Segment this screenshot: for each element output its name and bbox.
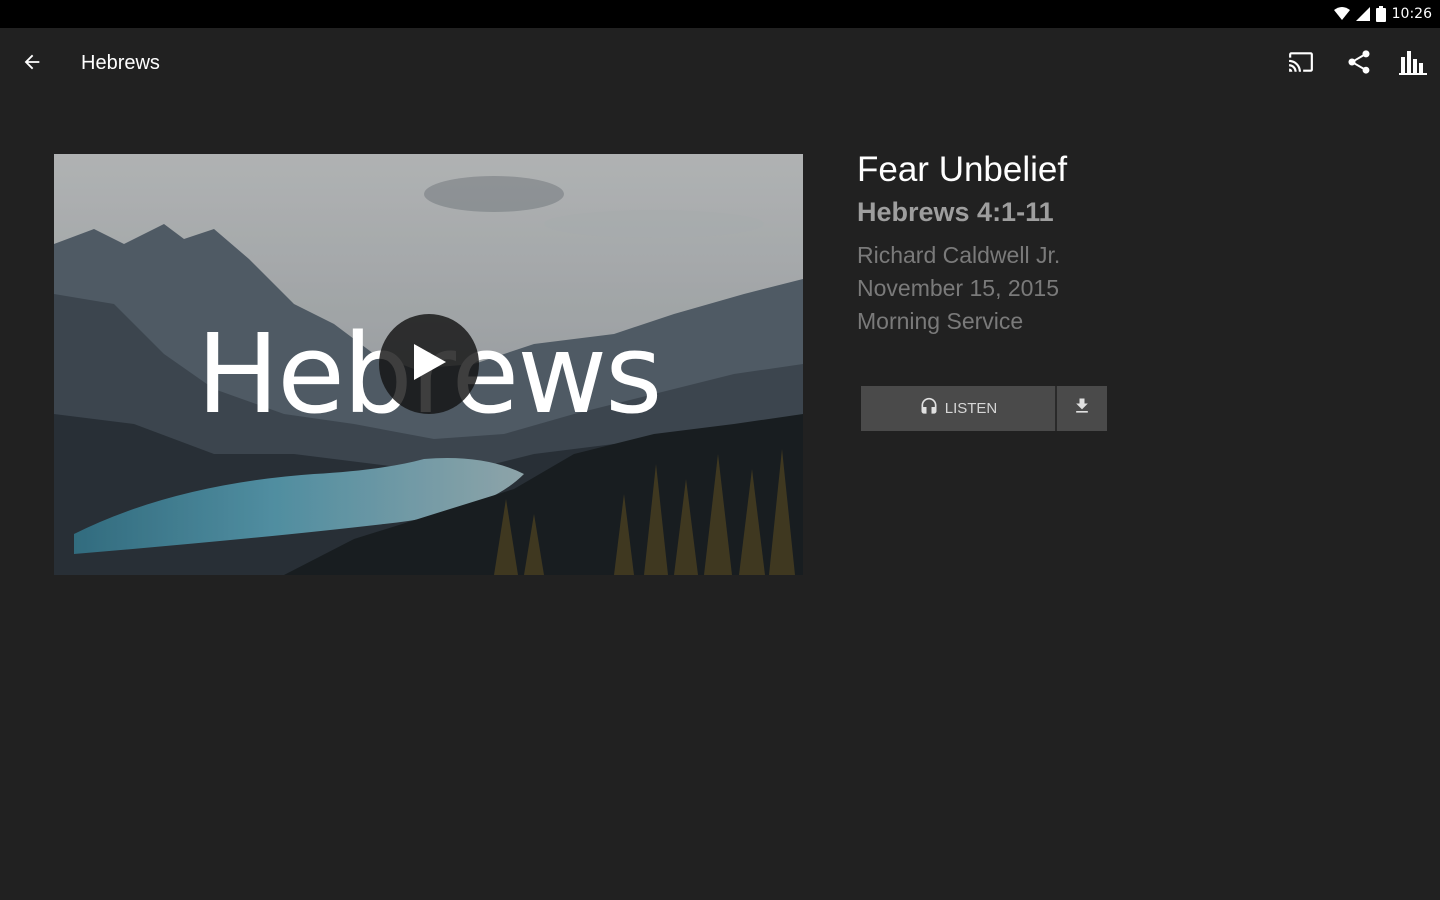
share-icon bbox=[1345, 48, 1373, 81]
cast-button[interactable] bbox=[1281, 44, 1321, 84]
play-icon bbox=[410, 342, 448, 387]
listen-button[interactable]: LISTEN bbox=[861, 386, 1057, 431]
sermon-title: Fear Unbelief bbox=[857, 150, 1068, 189]
status-bar: 10:26 bbox=[0, 0, 1440, 28]
speaker-name: Richard Caldwell Jr. bbox=[857, 242, 1061, 268]
audio-actions: LISTEN bbox=[861, 386, 1107, 431]
arrow-back-icon bbox=[21, 51, 43, 78]
sermon-video-thumbnail[interactable]: Hebrews bbox=[54, 154, 803, 575]
app-title: Hebrews bbox=[81, 52, 160, 74]
play-button[interactable] bbox=[379, 314, 479, 414]
signal-icon bbox=[1355, 7, 1370, 21]
scripture-reference: Hebrews 4:1-11 bbox=[857, 197, 1054, 227]
bar-chart-icon bbox=[1399, 49, 1427, 80]
headphones-icon bbox=[919, 397, 939, 421]
stats-button[interactable] bbox=[1393, 44, 1433, 84]
download-icon bbox=[1072, 396, 1092, 421]
cast-icon bbox=[1286, 49, 1316, 80]
service-name: Morning Service bbox=[857, 308, 1024, 334]
listen-label: LISTEN bbox=[944, 400, 998, 417]
battery-icon bbox=[1375, 6, 1386, 22]
download-button[interactable] bbox=[1057, 386, 1107, 431]
sermon-date: November 15, 2015 bbox=[857, 275, 1060, 301]
app-bar: Hebrews bbox=[0, 28, 1440, 104]
status-icons: 10:26 bbox=[1333, 0, 1432, 28]
back-button[interactable] bbox=[12, 44, 52, 84]
status-time: 10:26 bbox=[1391, 6, 1432, 22]
share-button[interactable] bbox=[1339, 44, 1379, 84]
wifi-icon bbox=[1333, 7, 1350, 21]
